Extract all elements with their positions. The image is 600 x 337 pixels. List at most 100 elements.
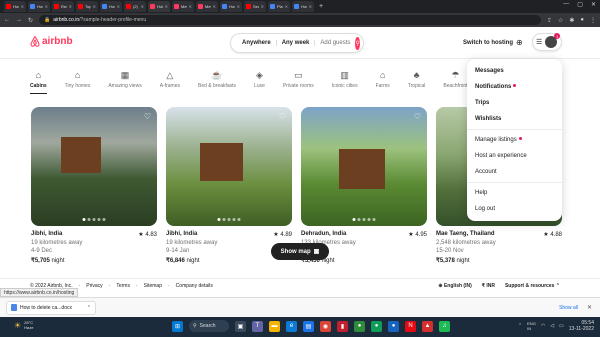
search-bar[interactable]: Anywhere Any week Add guests ⚲	[230, 33, 364, 53]
download-item[interactable]: How to delete ca...docx ⌃	[6, 300, 96, 315]
app-icon[interactable]: ●	[371, 320, 382, 332]
forward-icon[interactable]: →	[16, 17, 22, 23]
minimize-icon[interactable]: —	[563, 1, 569, 8]
chevron-up-icon[interactable]: ⌃	[518, 323, 522, 329]
menu-item-wishlists[interactable]: Wishlists	[467, 111, 562, 127]
footer-link-privacy[interactable]: Privacy	[86, 283, 102, 289]
taskbar-search[interactable]: ⚲ Search	[189, 320, 229, 332]
app-icon[interactable]: ●	[354, 320, 365, 332]
app-icon[interactable]: ▲	[422, 320, 433, 332]
browser-tab[interactable]: Top ✕	[76, 1, 98, 12]
menu-item-notifications[interactable]: Notifications	[467, 79, 562, 95]
close-tab-icon[interactable]: ✕	[141, 4, 144, 9]
heart-icon[interactable]: ♡	[144, 112, 151, 121]
browser-profile-icon[interactable]: ●	[580, 17, 584, 23]
wifi-icon[interactable]: ◠	[541, 323, 545, 329]
edge-icon[interactable]: e	[286, 320, 297, 332]
store-icon[interactable]: ▤	[303, 320, 314, 332]
menu-item-account[interactable]: Account	[467, 164, 562, 180]
category-beachfront[interactable]: ☂ Beachfront	[443, 70, 467, 94]
browser-tab[interactable]: Mes✕	[172, 1, 194, 12]
close-tab-icon[interactable]: ✕	[45, 4, 48, 9]
listing-photo[interactable]: ♡	[166, 107, 292, 226]
menu-item-logout[interactable]: Log out	[467, 201, 562, 217]
browser-tab[interactable]: How✕	[4, 1, 26, 12]
listing-card[interactable]: ♡ Jibhi, India ★ 4.89 19 kilometres away 9-1…	[166, 107, 292, 264]
category-luxe[interactable]: ◈ Luxe	[254, 70, 265, 94]
currency-selector[interactable]: ₹ INR	[482, 283, 495, 289]
url-input[interactable]: 🔒 airbnb.co.in/?sample-header-profile-me…	[39, 15, 541, 25]
close-window-icon[interactable]: ✕	[591, 1, 596, 8]
menu-item-host-experience[interactable]: Host an experience	[467, 148, 562, 164]
browser-tab[interactable]: Pla ✕	[268, 1, 290, 12]
app-icon[interactable]: ●	[388, 320, 399, 332]
browser-tab[interactable]: (2) ✕	[124, 1, 146, 12]
teams-icon[interactable]: T	[252, 320, 263, 332]
category-private-rooms[interactable]: ▭ Private rooms	[283, 70, 314, 94]
clock[interactable]: 05:54 13-11-2022	[569, 320, 594, 332]
language-selector[interactable]: ⊕ English (IN)	[438, 283, 471, 289]
maximize-icon[interactable]: ▢	[577, 1, 583, 8]
browser-tab[interactable]: Sea✕	[244, 1, 266, 12]
footer-link-terms[interactable]: Terms	[116, 283, 130, 289]
category-iconic-cities[interactable]: ▥ Iconic cities	[332, 70, 358, 94]
task-view-icon[interactable]: ▣	[235, 320, 246, 332]
search-any-week[interactable]: Any week	[277, 40, 316, 46]
category-tropical[interactable]: ♣ Tropical	[408, 70, 426, 94]
browser-tab[interactable]: How✕	[292, 1, 314, 12]
file-explorer-icon[interactable]: ▬	[269, 320, 280, 332]
category-cabins[interactable]: ⌂ Cabins	[30, 70, 47, 94]
close-tab-icon[interactable]: ✕	[261, 4, 264, 9]
listing-photo[interactable]: ♡	[31, 107, 157, 226]
browser-tab[interactable]: Reo✕	[52, 1, 74, 12]
browser-tab[interactable]: Mes✕	[196, 1, 218, 12]
close-tab-icon[interactable]: ✕	[285, 4, 288, 9]
close-tab-icon[interactable]: ✕	[69, 4, 72, 9]
close-tab-icon[interactable]: ✕	[117, 4, 120, 9]
globe-icon[interactable]: ⊕	[516, 38, 523, 47]
search-icon[interactable]: ⚲	[355, 36, 360, 50]
close-tab-icon[interactable]: ✕	[309, 4, 312, 9]
weather-widget[interactable]: ☀ 28°C Haze	[14, 320, 34, 330]
close-tab-icon[interactable]: ✕	[21, 4, 24, 9]
back-icon[interactable]: ←	[4, 17, 10, 23]
show-map-button[interactable]: Show map ▦	[271, 243, 329, 260]
support-resources-button[interactable]: Support & resources ⌃	[505, 283, 560, 289]
browser-tab[interactable]: How✕	[220, 1, 242, 12]
switch-to-hosting-link[interactable]: Switch to hosting	[463, 40, 513, 46]
footer-link-sitemap[interactable]: Sitemap	[144, 283, 162, 289]
reload-icon[interactable]: ↻	[28, 17, 33, 24]
close-tab-icon[interactable]: ✕	[189, 4, 192, 9]
listing-photo[interactable]: ♡	[301, 107, 427, 226]
volume-icon[interactable]: ◁	[550, 323, 554, 329]
footer-link-company-details[interactable]: Company details	[176, 283, 213, 289]
airbnb-logo[interactable]: airbnb	[30, 36, 73, 47]
category-amazing-views[interactable]: ▦ Amazing views	[108, 70, 141, 94]
category-a-frames[interactable]: △ A-frames	[160, 70, 180, 94]
heart-icon[interactable]: ♡	[414, 112, 421, 121]
profile-menu-button[interactable]: ☰ 1	[532, 33, 562, 51]
search-add-guests[interactable]: Add guests	[315, 40, 355, 46]
language-indicator[interactable]: ENG IN	[527, 321, 536, 331]
menu-item-messages[interactable]: Messages	[467, 63, 562, 79]
menu-item-manage-listings[interactable]: Manage listings	[467, 132, 562, 148]
heart-icon[interactable]: ♡	[279, 112, 286, 121]
app-icon[interactable]: ▮	[337, 320, 348, 332]
close-tab-icon[interactable]: ✕	[93, 4, 96, 9]
netflix-icon[interactable]: N	[405, 320, 416, 332]
close-tab-icon[interactable]: ✕	[165, 4, 168, 9]
show-all-downloads[interactable]: Show all	[559, 305, 578, 311]
extensions-icon[interactable]: ✱	[569, 17, 574, 24]
chrome-icon[interactable]: ◉	[320, 320, 331, 332]
share-icon[interactable]: ⇪	[547, 17, 552, 24]
bookmark-star-icon[interactable]: ☆	[558, 17, 563, 24]
close-tab-icon[interactable]: ✕	[237, 4, 240, 9]
category-farms[interactable]: ⌂ Farms	[376, 70, 390, 94]
browser-tab[interactable]: Hol ✕	[148, 1, 170, 12]
category-tiny-homes[interactable]: ⌂ Tiny homes	[65, 70, 91, 94]
browser-tab[interactable]: How✕	[100, 1, 122, 12]
browser-tab[interactable]: How✕	[28, 1, 50, 12]
browser-menu-icon[interactable]: ⋮	[590, 17, 596, 24]
close-icon[interactable]: ✕	[587, 304, 592, 311]
category-bed-breakfasts[interactable]: ☕ Bed & breakfasts	[198, 70, 236, 94]
